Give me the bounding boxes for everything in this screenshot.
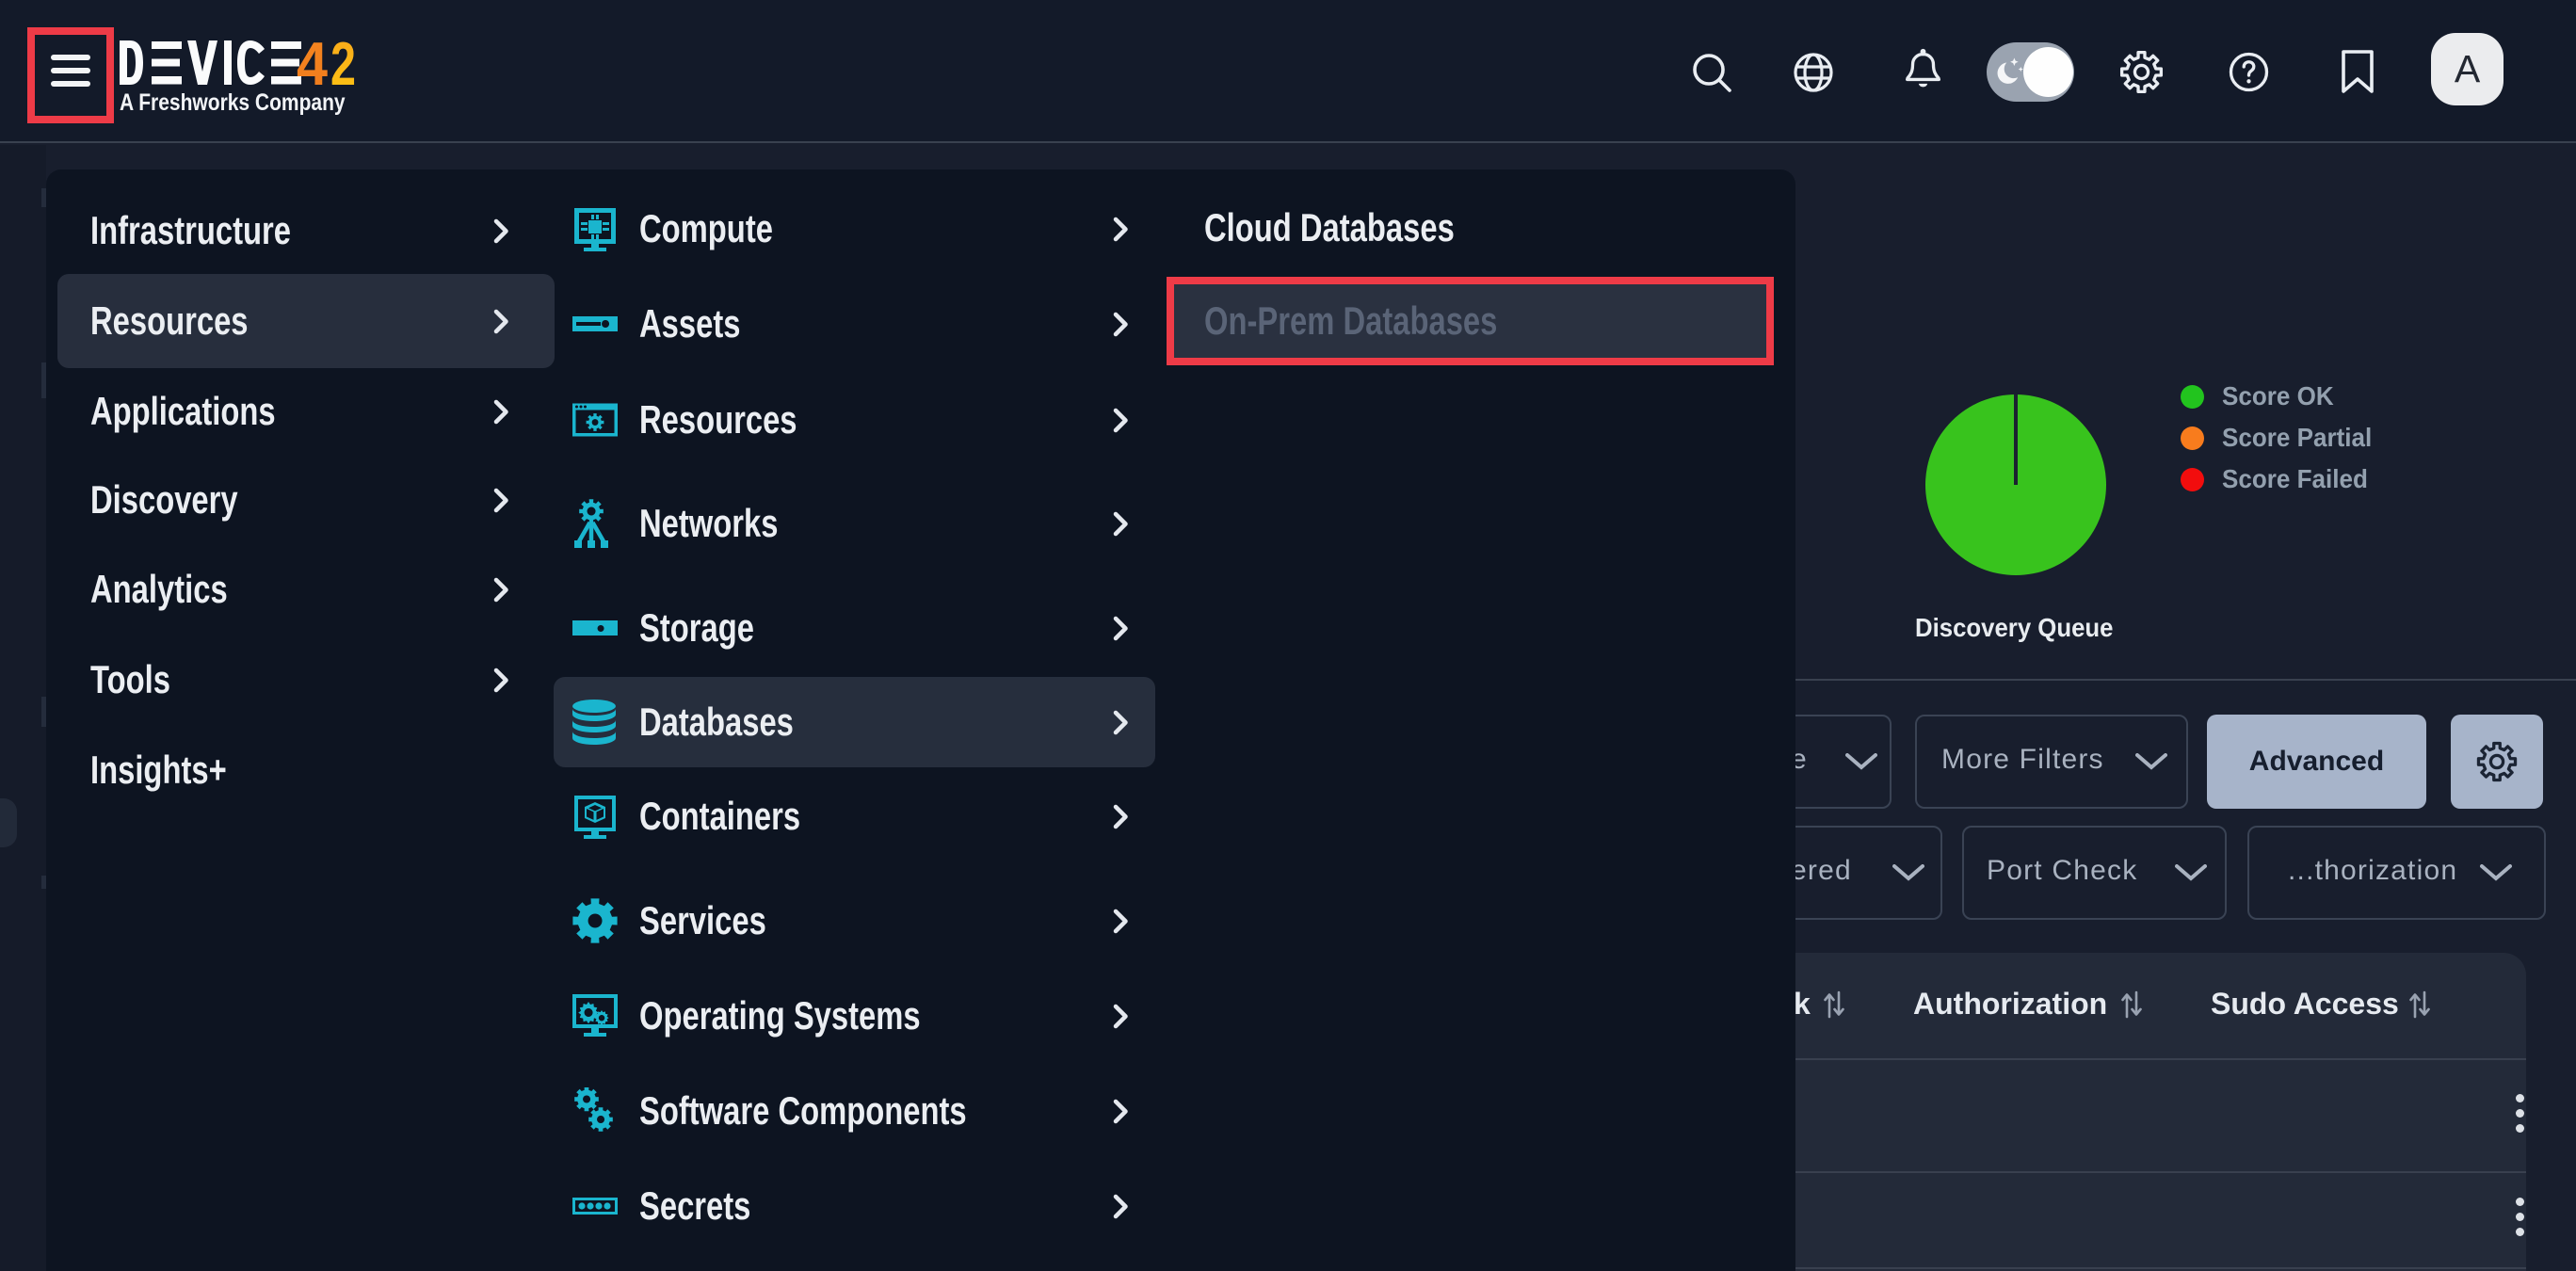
- svg-text:4: 4: [297, 40, 328, 86]
- svg-text:2: 2: [330, 40, 355, 86]
